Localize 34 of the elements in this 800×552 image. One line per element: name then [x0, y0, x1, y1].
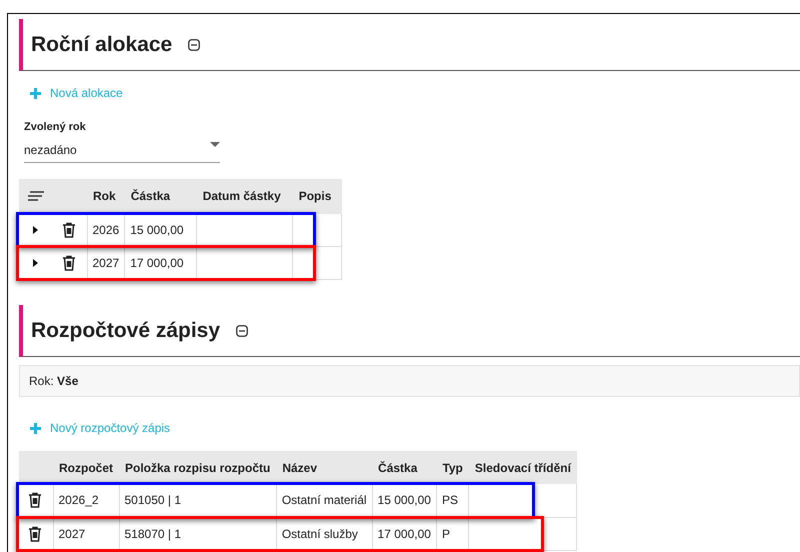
column-header[interactable]: Sledovací třídění [468, 451, 577, 484]
column-header[interactable]: Datum částky [196, 178, 293, 214]
column-header[interactable]: Položka rozpisu rozpočtu [119, 451, 276, 484]
column-header[interactable]: Částka [372, 451, 436, 484]
trash-icon[interactable] [62, 222, 76, 238]
dropdown-caret-icon [210, 142, 220, 147]
column-header[interactable]: Rok [87, 178, 125, 214]
collapse-icon[interactable] [188, 38, 200, 50]
section-title: Roční alokace [31, 32, 172, 58]
column-header[interactable]: Popis [292, 178, 342, 214]
table-cell: 17 000,00 [372, 517, 436, 550]
expand-arrow-icon[interactable] [33, 226, 38, 234]
plus-icon [30, 422, 41, 434]
table-cell: Ostatní služby [276, 517, 372, 550]
table-cell: 2027 [87, 246, 125, 280]
section-title: Rozpočtové zápisy [31, 318, 220, 344]
expand-arrow-icon[interactable] [33, 259, 38, 267]
table-cell: 2027 [53, 517, 119, 550]
trash-icon[interactable] [28, 492, 42, 508]
menu-icon[interactable] [27, 191, 45, 201]
year-select[interactable]: nezadáno [24, 140, 220, 162]
trash-icon[interactable] [62, 255, 76, 271]
table-cell: 17 000,00 [124, 246, 197, 280]
column-header[interactable]: Částka [124, 178, 197, 214]
table-cell: 518070 | 1 [119, 517, 276, 550]
filter-text: Rok: Vše [29, 373, 78, 390]
trash-icon[interactable] [28, 526, 42, 542]
collapse-icon[interactable] [236, 324, 248, 336]
column-header[interactable]: Název [276, 451, 372, 484]
column-header[interactable]: Rozpočet [53, 451, 119, 484]
field-label: Zvolený rok [24, 120, 87, 135]
column-header[interactable]: Typ [436, 451, 469, 484]
table-cell: P [436, 517, 469, 550]
plus-icon [30, 88, 41, 98]
